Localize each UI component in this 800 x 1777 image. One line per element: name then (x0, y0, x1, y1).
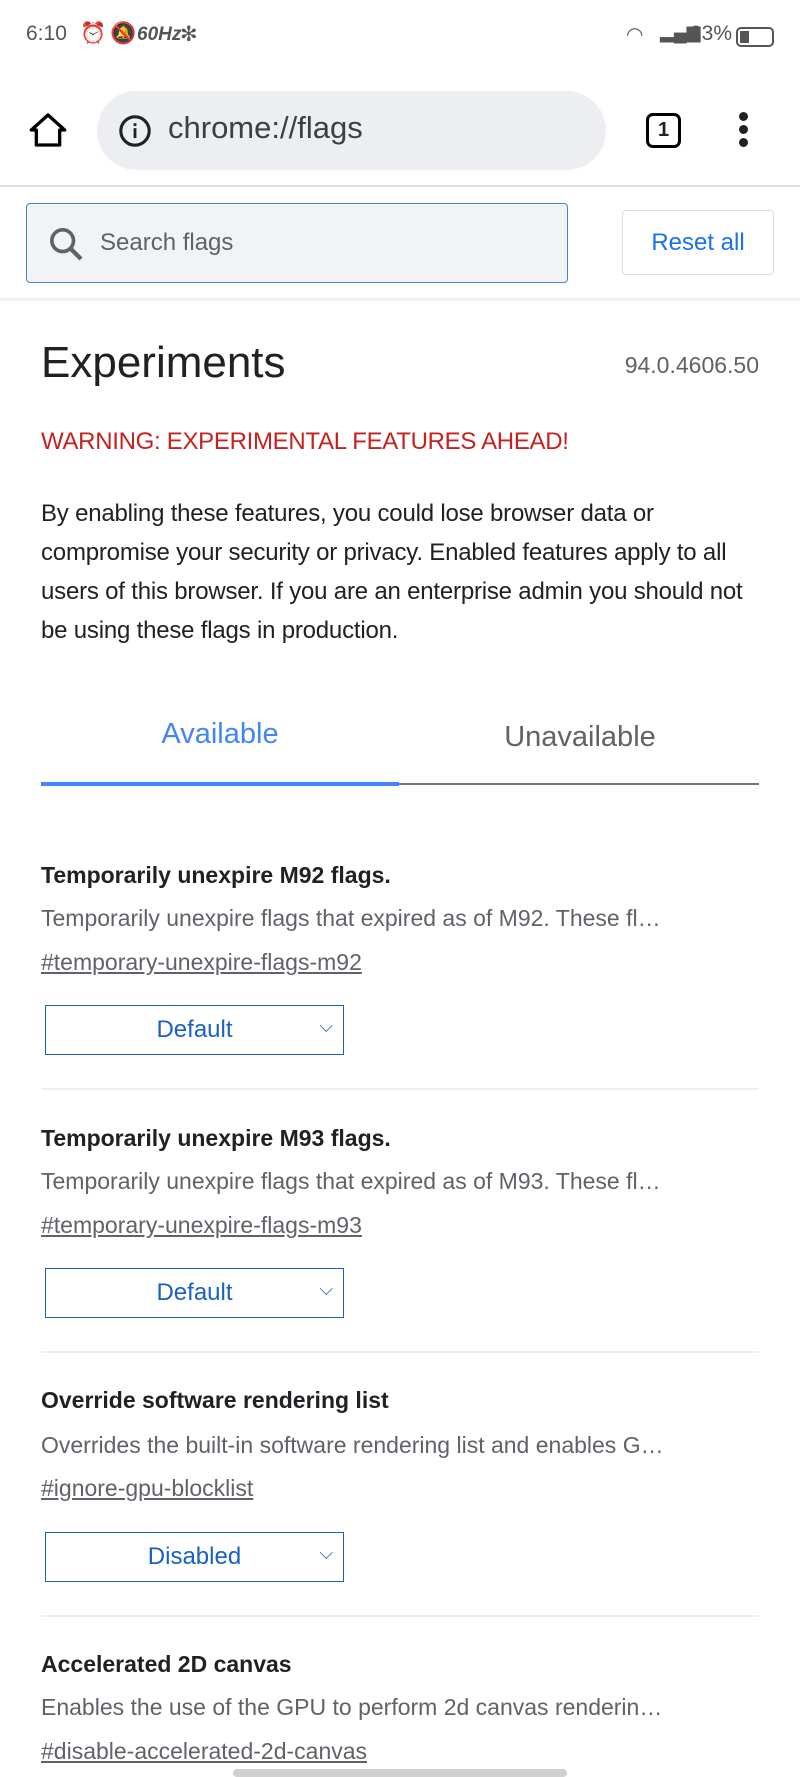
version-label: 94.0.4606.50 (624, 352, 759, 378)
select-value: Disabled (147, 1543, 242, 1570)
scrollbar[interactable] (233, 1769, 567, 1777)
refresh-rate: 60Hz (137, 24, 182, 45)
flag-title: Temporarily unexpire M93 flags. (41, 1125, 391, 1151)
page-title: Experiments (41, 338, 286, 387)
flag-title: Accelerated 2D canvas (41, 1651, 292, 1677)
flag-link[interactable]: #temporary-unexpire-flags-m93 (41, 1212, 362, 1239)
flag-title: Override software rendering list (41, 1387, 389, 1413)
flag-select[interactable]: Default ⌵ (45, 1268, 344, 1318)
flag-select[interactable]: Default ⌵ (45, 1005, 344, 1055)
warning-text: WARNING: EXPERIMENTAL FEATURES AHEAD! (41, 428, 569, 455)
fan-icon: ✻ (180, 23, 198, 46)
flag-link[interactable]: #ignore-gpu-blocklist (41, 1475, 253, 1502)
tab-unavailable[interactable]: Unavailable (400, 721, 760, 754)
url-text[interactable]: chrome://flags (168, 110, 363, 146)
flag-link[interactable]: #temporary-unexpire-flags-m92 (41, 949, 362, 976)
divider (41, 1088, 759, 1090)
flag-title: Temporarily unexpire M92 flags. (41, 862, 391, 888)
info-icon[interactable] (118, 114, 152, 148)
reset-all-button[interactable]: Reset all (622, 210, 774, 275)
menu-icon[interactable] (735, 112, 751, 152)
search-icon (50, 228, 83, 261)
flag-link[interactable]: #disable-accelerated-2d-canvas (41, 1738, 367, 1765)
header-shadow (0, 298, 800, 302)
select-value: Default (156, 1279, 233, 1306)
chevron-down-icon: ⌵ (319, 1016, 333, 1036)
flag-select[interactable]: Disabled ⌵ (45, 1532, 344, 1582)
tab-switcher-button[interactable]: 1 (646, 113, 681, 148)
divider (41, 1615, 759, 1617)
home-icon[interactable] (28, 110, 68, 150)
flag-description: Temporarily unexpire flags that expired … (41, 905, 661, 931)
chevron-down-icon: ⌵ (319, 1279, 333, 1299)
mute-icon: 🔕 (110, 22, 137, 45)
tab-available[interactable]: Available (40, 718, 400, 751)
wifi-icon: ◠ (626, 24, 644, 46)
select-value: Default (156, 1016, 233, 1043)
chevron-down-icon: ⌵ (319, 1543, 333, 1563)
divider (41, 1351, 759, 1353)
battery-icon (736, 27, 774, 47)
flag-description: Overrides the built-in software renderin… (41, 1432, 664, 1458)
toolbar-divider (0, 185, 800, 187)
status-time: 6:10 (26, 22, 67, 45)
flag-description: Temporarily unexpire flags that expired … (41, 1168, 661, 1194)
description-text: By enabling these features, you could lo… (41, 500, 743, 644)
active-tab-indicator (41, 782, 399, 786)
search-placeholder: Search flags (100, 229, 234, 256)
flag-description: Enables the use of the GPU to perform 2d… (41, 1694, 663, 1720)
battery-percent: 23% (690, 22, 733, 45)
alarm-icon: ⏰ (80, 22, 107, 45)
